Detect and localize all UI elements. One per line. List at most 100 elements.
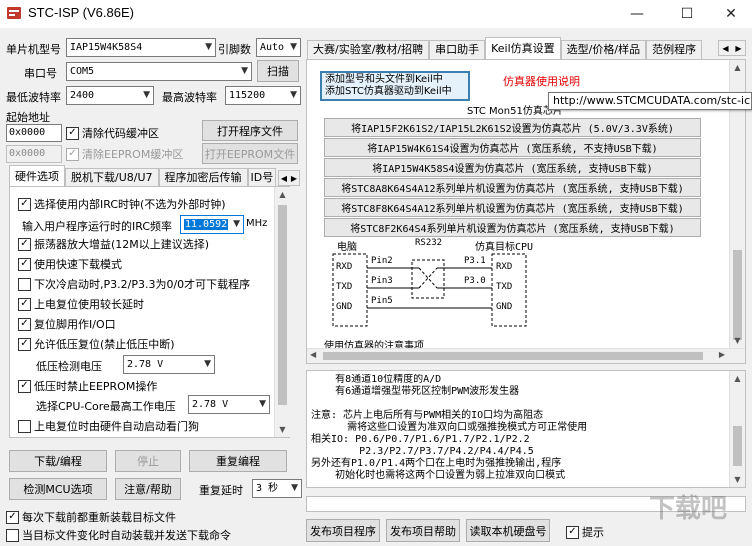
- chevron-down-icon: ▼: [241, 66, 248, 76]
- option-watchdog[interactable]: 上电复位时由硬件自动启动看门狗: [18, 418, 199, 434]
- check-icon: ✓: [18, 317, 31, 331]
- tab-selection[interactable]: 选型/价格/样品: [560, 40, 647, 59]
- tab-scroll[interactable]: ◀ ▶: [278, 170, 300, 186]
- diagram-target-label: 仿真目标CPU: [475, 242, 534, 253]
- diagram-pc-gnd: GND: [336, 302, 353, 312]
- irc-select[interactable]: 11.0592 ▼: [180, 215, 244, 234]
- scroll-thumb[interactable]: [733, 250, 742, 340]
- chip-button-5[interactable]: 将STC8F8K64S4A12系列单片机设置为仿真芯片 (宽压系统, 支持USB…: [324, 198, 701, 217]
- scroll-thumb[interactable]: [733, 426, 742, 466]
- pins-label: 引脚数: [218, 43, 251, 56]
- minimize-button[interactable]: —: [614, 0, 660, 28]
- port-label: 串口号: [24, 67, 57, 80]
- tab-hardware[interactable]: 硬件选项: [9, 165, 65, 187]
- pins-select[interactable]: Auto ▼: [256, 38, 301, 57]
- scroll-down-icon: ▼: [279, 425, 286, 434]
- diagram-pin2: Pin2: [371, 256, 393, 266]
- read-disk-id-button[interactable]: 读取本机硬盘号: [466, 519, 550, 542]
- check-icon: ✓: [18, 257, 31, 271]
- diagram-pin5: Pin5: [371, 296, 393, 306]
- option-long-delay[interactable]: ✓ 上电复位使用较长延时: [18, 296, 144, 312]
- chip-button-4[interactable]: 将STC8A8K64S4A12系列单片机设置为仿真芯片 (宽压系统, 支持USB…: [324, 178, 701, 197]
- clear-code-checkbox[interactable]: ✓ 清除代码缓冲区: [66, 125, 159, 141]
- option-fast-download[interactable]: ✓ 使用快速下载模式: [18, 256, 122, 272]
- option-low-voltage-reset[interactable]: ✓ 允许低压复位(禁止低压中断): [18, 336, 175, 352]
- wiring-diagram: 电脑 RS232 仿真目标CPU RXD TXD GND Pin2 Pin3 P…: [327, 238, 707, 343]
- scroll-up-icon: ▲: [279, 190, 286, 199]
- url-tooltip: http://www.STCMCUDATA.com/stc-ic: [548, 92, 752, 110]
- clear-eeprom-checkbox[interactable]: ✓ 清除EEPROM缓冲区: [66, 146, 183, 162]
- app-icon: [7, 7, 21, 19]
- watermark: 下载吧: [648, 493, 727, 524]
- tab-examples[interactable]: 范例程序: [646, 40, 703, 59]
- eeprom-addr-input[interactable]: 0x0000: [6, 145, 62, 163]
- option-eeprom-lv[interactable]: ✓ 低压时禁止EEPROM操作: [18, 378, 157, 394]
- open-eeprom-button[interactable]: 打开EEPROM文件: [202, 143, 298, 164]
- tab-keil-settings[interactable]: Keil仿真设置: [485, 37, 561, 59]
- help-button[interactable]: 注意/帮助: [115, 478, 181, 500]
- chip-button-2[interactable]: 将IAP15W4K61S4设置为仿真芯片 (宽压系统, 不支持USB下载): [324, 138, 701, 157]
- publish-help-button[interactable]: 发布项目帮助: [386, 519, 460, 542]
- chip-button-1[interactable]: 将IAP15F2K61S2/IAP15L2K61S2设置为仿真芯片 (5.0V/…: [324, 118, 701, 137]
- chevron-down-icon: ▼: [290, 42, 297, 52]
- auto-reload-checkbox[interactable]: 当目标文件变化时自动装载并发送下载命令: [6, 527, 231, 543]
- chip-button-3[interactable]: 将IAP15W4K58S4设置为仿真芯片 (宽压系统, 支持USB下载): [324, 158, 701, 177]
- code-addr-input[interactable]: 0x0000: [6, 124, 62, 142]
- detect-mcu-button[interactable]: 检测MCU选项: [9, 478, 107, 500]
- tab-id[interactable]: ID号: [247, 168, 277, 187]
- scroll-up-icon: ▲: [734, 63, 741, 72]
- check-icon: ✓: [18, 237, 31, 251]
- repeat-delay-select[interactable]: 3 秒 ▼: [252, 479, 302, 498]
- cpu-voltage-select[interactable]: 2.78 V ▼: [188, 395, 270, 414]
- emulator-help-link[interactable]: 仿真器使用说明: [503, 73, 580, 89]
- chevron-down-icon: ▼: [259, 399, 266, 409]
- chevron-down-icon: ▼: [143, 90, 150, 100]
- open-program-button[interactable]: 打开程序文件: [202, 120, 298, 141]
- min-baud-select[interactable]: 2400 ▼: [66, 86, 154, 105]
- maximize-button[interactable]: ☐: [664, 0, 710, 28]
- diagram-pc-rxd: RXD: [336, 262, 353, 272]
- right-tab-scroll[interactable]: ◀ ▶: [718, 40, 746, 56]
- scan-button[interactable]: 扫描: [257, 60, 299, 82]
- close-button[interactable]: ✕: [708, 0, 752, 28]
- wiring-lines: [332, 253, 527, 327]
- tab-serial-assistant[interactable]: 串口助手: [429, 40, 486, 59]
- stop-button[interactable]: 停止: [115, 450, 181, 472]
- tab-offline[interactable]: 脱机下载/U8/U7: [65, 168, 159, 187]
- reload-before-download-checkbox[interactable]: ✓ 每次下载前都重新装载目标文件: [6, 509, 176, 525]
- tab-contest[interactable]: 大赛/实验室/教材/招聘: [307, 40, 430, 59]
- max-baud-select[interactable]: 115200 ▼: [225, 86, 301, 105]
- diagram-rs232-label: RS232: [415, 238, 443, 248]
- publish-program-button[interactable]: 发布项目程序: [306, 519, 380, 542]
- chip-button-6[interactable]: 将STC8F2K64S4系列单片机设置为仿真芯片 (宽压系统, 支持USB下载): [324, 218, 701, 237]
- option-irc[interactable]: ✓ 选择使用内部IRC时钟(不选为外部时钟): [18, 196, 226, 212]
- tab-encrypt[interactable]: 程序加密后传输: [158, 168, 248, 187]
- hscroll-thumb[interactable]: [323, 352, 703, 360]
- hint-checkbox[interactable]: ✓ 提示: [566, 524, 604, 540]
- check-icon: ✓: [18, 297, 31, 311]
- arrow-left-icon: ◀: [280, 173, 288, 183]
- option-reset-io[interactable]: ✓ 复位脚用作I/O口: [18, 316, 116, 332]
- options-scrollbar[interactable]: ▲ ▼: [274, 187, 290, 437]
- scroll-thumb[interactable]: [278, 205, 287, 405]
- diagram-target-rxd: RXD: [496, 262, 513, 272]
- add-to-keil-button[interactable]: 添加型号和头文件到Keil中 添加STC仿真器驱动到Keil中: [320, 71, 470, 101]
- chevron-down-icon: ▼: [290, 90, 297, 100]
- port-select[interactable]: COM5 ▼: [66, 62, 252, 81]
- option-cold-start[interactable]: 下次冷启动时,P3.2/P3.3为0/0才可下载程序: [18, 276, 250, 292]
- download-button[interactable]: 下载/编程: [9, 450, 107, 472]
- diagram-pin3: Pin3: [371, 276, 393, 286]
- irc-unit: MHz: [246, 218, 268, 229]
- repeat-program-button[interactable]: 重复编程: [189, 450, 287, 472]
- lv-select[interactable]: 2.78 V ▼: [123, 355, 215, 374]
- mcu-select[interactable]: IAP15W4K58S4 ▼: [66, 38, 216, 57]
- keil-hscrollbar[interactable]: ◀ ▶: [307, 348, 745, 363]
- diagram-pc-label: 电脑: [337, 242, 357, 253]
- option-gain[interactable]: ✓ 振荡器放大增益(12M以上建议选择): [18, 236, 209, 252]
- check-icon: ✓: [18, 197, 31, 211]
- scroll-down-icon: ▼: [734, 336, 741, 345]
- check-icon: ✓: [66, 147, 79, 161]
- window-title: STC-ISP (V6.86E): [28, 5, 134, 20]
- arrow-right-icon: ▶: [290, 173, 298, 183]
- diagram-p31: P3.1: [464, 256, 486, 266]
